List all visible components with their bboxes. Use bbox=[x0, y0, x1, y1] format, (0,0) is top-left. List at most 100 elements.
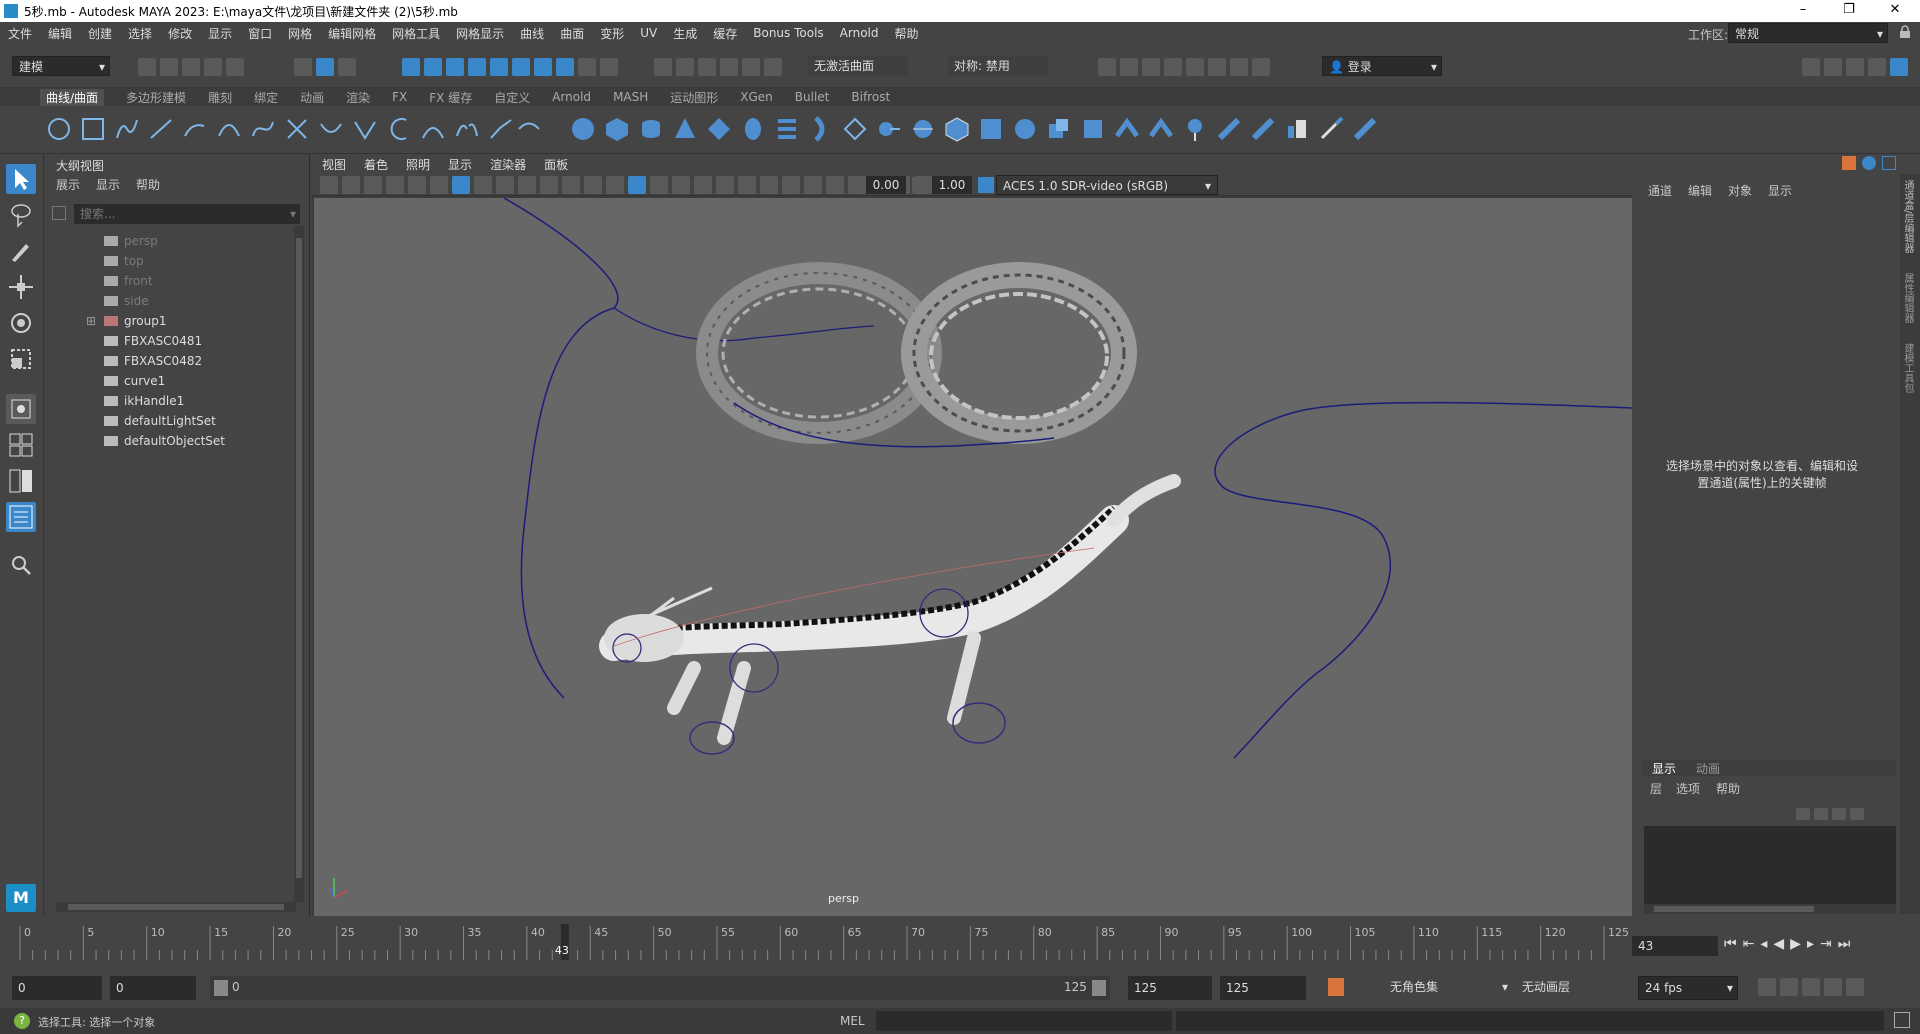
snap-grid-icon[interactable] bbox=[402, 58, 420, 76]
outliner-item[interactable]: defaultLightSet bbox=[104, 412, 216, 430]
offset-curve-icon[interactable] bbox=[386, 116, 412, 142]
current-frame-field[interactable]: 43 bbox=[1632, 936, 1718, 956]
vp-menu-view[interactable]: 视图 bbox=[322, 156, 346, 173]
shelf-tab-fx[interactable]: FX bbox=[392, 90, 407, 104]
layer-menu-options[interactable]: 选项 bbox=[1676, 780, 1700, 797]
shelf-tab-motion-graphics[interactable]: 运动图形 bbox=[670, 89, 718, 106]
script-language-label[interactable]: MEL bbox=[840, 1014, 865, 1028]
shelf-tab-custom[interactable]: 自定义 bbox=[494, 89, 530, 106]
login-dropdown[interactable]: 👤 登录 ▾ bbox=[1322, 56, 1442, 76]
outliner-item[interactable]: persp bbox=[104, 232, 158, 250]
outliner-item[interactable]: curve1 bbox=[104, 372, 165, 390]
shelf-tab-arnold[interactable]: Arnold bbox=[552, 90, 591, 104]
snap-option-icon[interactable] bbox=[534, 58, 552, 76]
outliner-item[interactable]: defaultObjectSet bbox=[104, 432, 225, 450]
expand-icon[interactable]: ⊞ bbox=[86, 312, 96, 330]
tool-settings-icon[interactable] bbox=[1868, 58, 1886, 76]
outliner-menu-display[interactable]: 显示 bbox=[96, 176, 120, 193]
move-layer-up-icon[interactable] bbox=[1796, 808, 1810, 820]
script-editor-icon[interactable] bbox=[1894, 1012, 1910, 1028]
arnold-render-icon[interactable] bbox=[1230, 58, 1248, 76]
reverse-curve-icon[interactable] bbox=[318, 116, 344, 142]
side-tab-channel-box[interactable]: 通道盒/层编辑器 bbox=[1900, 180, 1915, 253]
scrollbar-thumb[interactable] bbox=[296, 238, 302, 878]
curve-fillet-icon[interactable] bbox=[284, 116, 310, 142]
playback-start-field[interactable]: 0 bbox=[110, 976, 196, 1000]
select-tool-icon[interactable] bbox=[6, 164, 36, 194]
step-forward-frame-icon[interactable]: ▸ bbox=[1807, 936, 1820, 952]
gamma-field[interactable]: 1.00 bbox=[932, 176, 972, 194]
nurbs-cone-icon[interactable] bbox=[672, 116, 698, 142]
project-curve-icon[interactable] bbox=[1080, 116, 1106, 142]
go-to-end-icon[interactable]: ⏭ bbox=[1838, 936, 1857, 952]
anti-aliasing-icon[interactable] bbox=[782, 176, 800, 194]
birail-icon[interactable] bbox=[910, 116, 936, 142]
exposure-field[interactable]: 0.00 bbox=[866, 176, 906, 194]
menu-windows[interactable]: 窗口 bbox=[248, 25, 272, 42]
side-tab-modeling-toolkit[interactable]: 建模工具包 bbox=[1900, 343, 1915, 393]
four-view-layout-icon[interactable] bbox=[6, 430, 36, 460]
cut-curve-icon[interactable] bbox=[516, 116, 542, 142]
lock-icon[interactable] bbox=[1898, 25, 1912, 39]
nurbs-cube-icon[interactable] bbox=[604, 116, 630, 142]
single-perspective-layout-icon[interactable] bbox=[6, 394, 36, 424]
bookmark-icon[interactable] bbox=[364, 176, 382, 194]
character-set-dropdown[interactable]: 无角色集 ▾ bbox=[1384, 976, 1512, 1000]
channel-menu-channels[interactable]: 通道 bbox=[1648, 182, 1672, 199]
detach-surface-icon[interactable] bbox=[1216, 116, 1242, 142]
gate-mask-icon[interactable] bbox=[518, 176, 536, 194]
textured-icon[interactable] bbox=[672, 176, 690, 194]
nurbs-torus-icon[interactable] bbox=[740, 116, 766, 142]
open-close-surface-icon[interactable] bbox=[1250, 116, 1276, 142]
menu-mesh-display[interactable]: 网格显示 bbox=[456, 25, 504, 42]
wireframe-on-shaded-icon[interactable] bbox=[650, 176, 668, 194]
hypershade-icon[interactable] bbox=[1186, 58, 1204, 76]
shelf-tab-rendering[interactable]: 渲染 bbox=[346, 89, 370, 106]
snap-projected-icon[interactable] bbox=[468, 58, 486, 76]
menu-mesh[interactable]: 网格 bbox=[288, 25, 312, 42]
scrollbar-thumb[interactable] bbox=[1654, 906, 1814, 912]
rotate-tool-icon[interactable] bbox=[6, 308, 36, 338]
pause-icon[interactable] bbox=[1252, 58, 1270, 76]
menu-edit[interactable]: 编辑 bbox=[48, 25, 72, 42]
magnet-icon[interactable] bbox=[742, 58, 760, 76]
close-button[interactable]: ✕ bbox=[1872, 0, 1918, 22]
popout-icon[interactable] bbox=[1882, 156, 1896, 170]
symmetry-field[interactable]: 对称: 禁用 bbox=[948, 56, 1048, 76]
scale-tool-icon[interactable] bbox=[6, 344, 36, 374]
color-management-icon[interactable] bbox=[978, 177, 994, 193]
key-prefs-icon[interactable] bbox=[1846, 978, 1864, 996]
camera-attributes-icon[interactable] bbox=[342, 176, 360, 194]
ipr-render-icon[interactable] bbox=[1142, 58, 1160, 76]
vp-menu-show[interactable]: 显示 bbox=[448, 156, 472, 173]
outliner-menu-help[interactable]: 帮助 bbox=[136, 176, 160, 193]
save-scene-icon[interactable] bbox=[182, 58, 200, 76]
planar-icon[interactable] bbox=[842, 116, 868, 142]
3d-viewport[interactable]: persp bbox=[314, 198, 1632, 916]
safe-action-icon[interactable] bbox=[562, 176, 580, 194]
step-back-key-icon[interactable]: ⇤ bbox=[1743, 936, 1761, 952]
snap-curve-icon[interactable] bbox=[424, 58, 442, 76]
range-end-handle[interactable] bbox=[1092, 980, 1106, 996]
step-back-frame-icon[interactable]: ◂ bbox=[1760, 936, 1773, 952]
grease-pencil-icon[interactable] bbox=[430, 176, 448, 194]
nurbs-plane-icon[interactable] bbox=[706, 116, 732, 142]
depth-of-field-icon[interactable] bbox=[804, 176, 822, 194]
outliner-item[interactable]: side bbox=[104, 292, 149, 310]
two-view-layout-icon[interactable] bbox=[6, 466, 36, 496]
smooth-shade-icon[interactable] bbox=[628, 176, 646, 194]
nurbs-square-icon[interactable] bbox=[80, 116, 106, 142]
menu-modify[interactable]: 修改 bbox=[168, 25, 192, 42]
select-object-icon[interactable] bbox=[316, 58, 334, 76]
detach-curve-icon[interactable] bbox=[454, 116, 480, 142]
go-to-start-icon[interactable]: ⏮ bbox=[1724, 936, 1743, 952]
outliner-item[interactable]: front bbox=[104, 272, 153, 290]
render-sequence-icon[interactable] bbox=[1120, 58, 1138, 76]
new-scene-icon[interactable] bbox=[138, 58, 156, 76]
shelf-tab-curves-surfaces[interactable]: 曲线/曲面 bbox=[40, 88, 105, 106]
sync-icon[interactable] bbox=[1862, 156, 1876, 170]
menu-cache[interactable]: 缓存 bbox=[713, 25, 737, 42]
anim-layer-dropdown[interactable]: 无动画层 bbox=[1516, 976, 1624, 1000]
menu-uv[interactable]: UV bbox=[640, 26, 657, 40]
sound-icon[interactable] bbox=[1802, 978, 1820, 996]
